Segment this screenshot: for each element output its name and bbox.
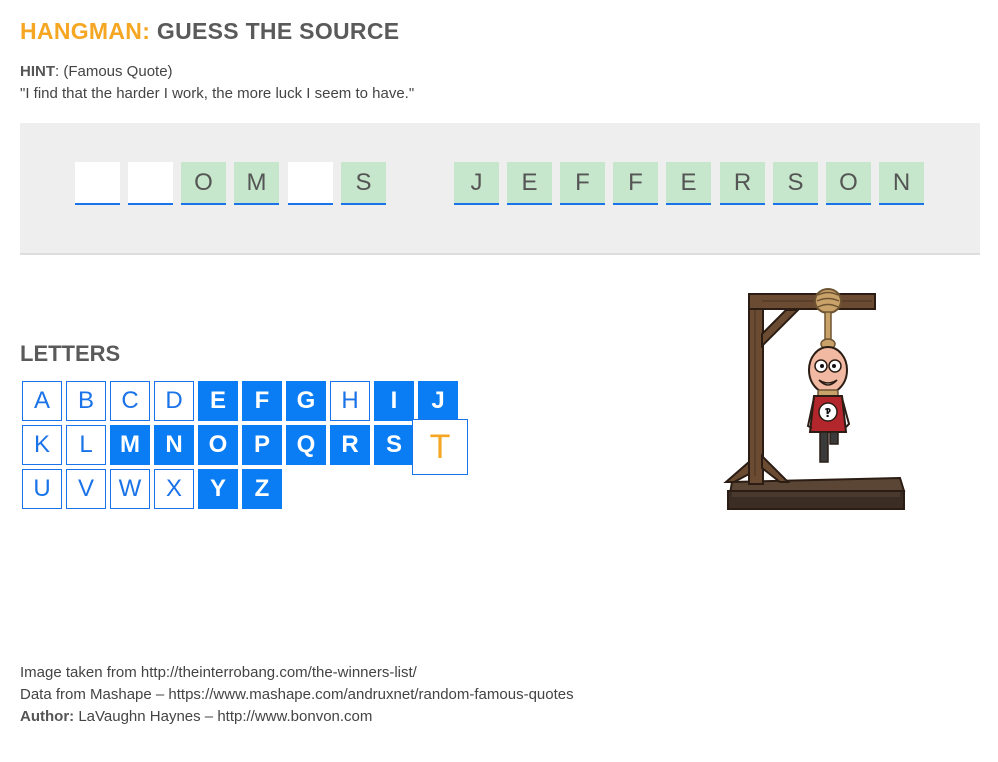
- letter-key-j[interactable]: J: [418, 381, 458, 421]
- word-tile: N: [879, 162, 924, 205]
- word-tile: S: [773, 162, 818, 205]
- word-tile: M: [234, 162, 279, 205]
- letter-key-u[interactable]: U: [22, 469, 62, 509]
- word-tile: F: [613, 162, 658, 205]
- gallows-image: ‽: [723, 288, 906, 510]
- letter-key-o[interactable]: O: [198, 425, 238, 465]
- letter-key-y[interactable]: Y: [198, 469, 238, 509]
- title-accent: HANGMAN:: [20, 18, 151, 44]
- word-tile: [288, 162, 333, 205]
- letter-key-r[interactable]: R: [330, 425, 370, 465]
- hint-label: HINT: [20, 63, 55, 80]
- letter-key-b[interactable]: B: [66, 381, 106, 421]
- word-tile: E: [666, 162, 711, 205]
- credit-data: Data from Mashape – https://www.mashape.…: [20, 686, 574, 703]
- letter-key-w[interactable]: W: [110, 469, 150, 509]
- letter-key-t[interactable]: T: [412, 419, 468, 475]
- word-tile: O: [181, 162, 226, 205]
- word-tile: [75, 162, 120, 205]
- word-tile: E: [507, 162, 552, 205]
- title-main: GUESS THE SOURCE: [156, 18, 400, 44]
- hint-line: HINT: (Famous Quote): [20, 61, 414, 83]
- letter-key-n[interactable]: N: [154, 425, 194, 465]
- letter-key-k[interactable]: K: [22, 425, 62, 465]
- letter-key-q[interactable]: Q: [286, 425, 326, 465]
- credit-author: Author: LaVaughn Haynes – http://www.bon…: [20, 706, 574, 728]
- hint-quote: "I find that the harder I work, the more…: [20, 85, 415, 102]
- game-title: HANGMAN: GUESS THE SOURCE: [20, 18, 399, 45]
- letter-key-d[interactable]: D: [154, 381, 194, 421]
- word-tile: [128, 162, 173, 205]
- author-label: Author:: [20, 708, 75, 725]
- letter-key-c[interactable]: C: [110, 381, 150, 421]
- word-tile: S: [341, 162, 386, 205]
- letter-key-z[interactable]: Z: [242, 469, 282, 509]
- letter-key-x[interactable]: X: [154, 469, 194, 509]
- letter-key-e[interactable]: E: [198, 381, 238, 421]
- hint-category: : (Famous Quote): [55, 63, 173, 80]
- svg-text:‽: ‽: [825, 406, 832, 420]
- word-panel: OMSJEFFERSON: [20, 123, 980, 255]
- hangman-illustration: ‽: [722, 286, 908, 521]
- letter-key-v[interactable]: V: [66, 469, 106, 509]
- credit-image: Image taken from http://theinterrobang.c…: [20, 664, 417, 681]
- letter-key-l[interactable]: L: [66, 425, 106, 465]
- letter-key-s[interactable]: S: [374, 425, 414, 465]
- letter-key-m[interactable]: M: [110, 425, 150, 465]
- letters-heading: LETTERS: [20, 341, 121, 366]
- word-tile: R: [720, 162, 765, 205]
- letter-key-a[interactable]: A: [22, 381, 62, 421]
- letter-key-f[interactable]: F: [242, 381, 282, 421]
- credits: Image taken from http://theinterrobang.c…: [20, 662, 574, 728]
- letter-key-p[interactable]: P: [242, 425, 282, 465]
- word-tile: F: [560, 162, 605, 205]
- letter-key-i[interactable]: I: [374, 381, 414, 421]
- word-tile: O: [826, 162, 871, 205]
- letter-key-g[interactable]: G: [286, 381, 326, 421]
- word-tile: J: [454, 162, 499, 205]
- author-value: LaVaughn Haynes – http://www.bonvon.com: [74, 708, 373, 725]
- letter-key-h[interactable]: H: [330, 381, 370, 421]
- hint-block: HINT: (Famous Quote) "I find that the ha…: [20, 61, 414, 105]
